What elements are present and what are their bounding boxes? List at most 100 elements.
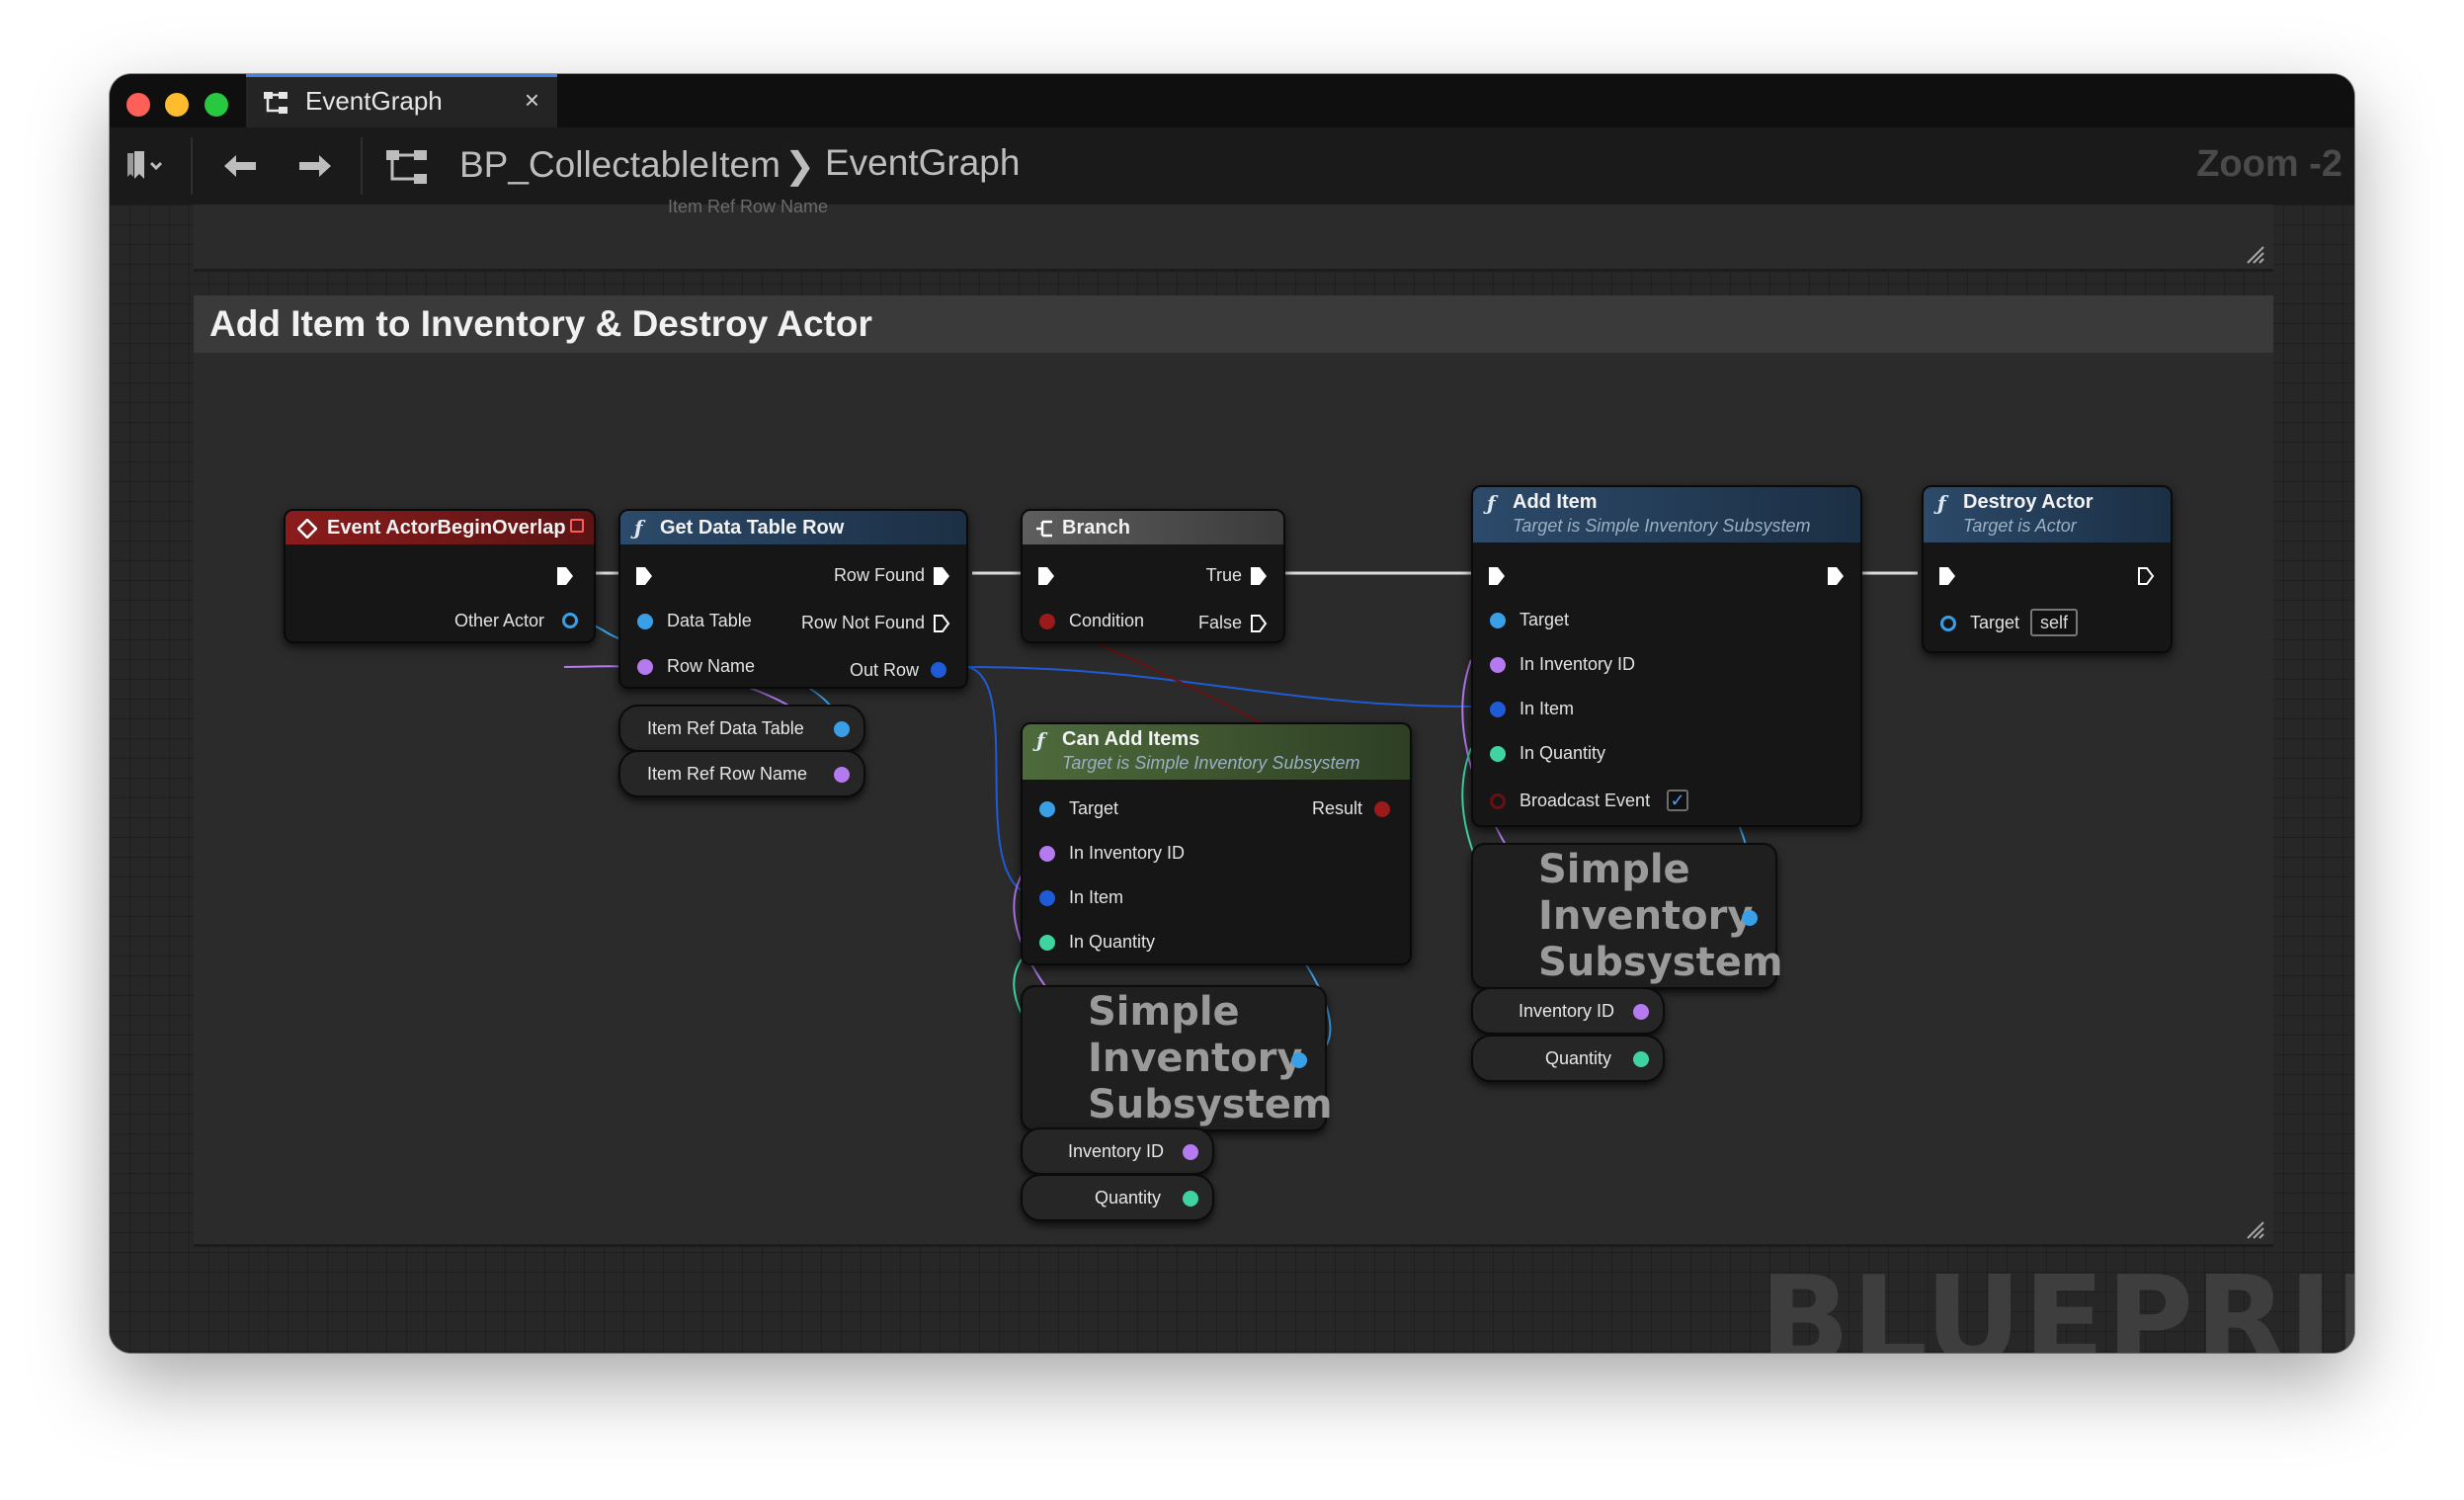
target-label: Target <box>1519 610 1570 629</box>
true-label: True <box>1205 565 1242 585</box>
inventory-id-variable[interactable]: Inventory ID <box>1021 1127 1214 1175</box>
toolbar: BP_CollectableItem ❯ EventGraph Zoom -2 <box>110 127 2354 205</box>
simple-inventory-subsystem-variable[interactable]: Simple Inventory Subsystem <box>1021 985 1333 1131</box>
destroy-actor-node[interactable]: ƒ Destroy Actor Target is Actor Target s… <box>1922 485 2173 653</box>
tab-eventgraph[interactable]: EventGraph × <box>246 74 557 127</box>
in-item-pin[interactable] <box>1039 890 1055 906</box>
tab-label: EventGraph <box>305 86 443 116</box>
function-icon: ƒ <box>634 516 643 540</box>
bookmark-icon[interactable] <box>125 149 165 183</box>
in-quantity-label: In Quantity <box>1069 932 1156 952</box>
result-pin[interactable] <box>1374 801 1390 817</box>
target-label: Target <box>1970 613 2020 632</box>
exec-out-pin[interactable] <box>933 614 950 633</box>
event-diamond-icon <box>297 519 317 539</box>
variable-out-pin[interactable] <box>1291 1052 1307 1068</box>
chevron-right-icon: ❯ <box>784 145 816 186</box>
node-header: ƒ Get Data Table Row <box>620 511 966 544</box>
data-table-label: Data Table <box>667 611 752 630</box>
in-quantity-pin[interactable] <box>1039 935 1055 951</box>
in-quantity-pin[interactable] <box>1490 746 1506 762</box>
breadcrumb-root[interactable]: BP_CollectableItem <box>459 144 780 186</box>
simple-inventory-subsystem-variable[interactable]: Simple Inventory Subsystem <box>1471 843 1783 989</box>
target-pin[interactable] <box>1940 616 1956 631</box>
breadcrumb-leaf[interactable]: EventGraph <box>825 142 1020 184</box>
in-inventory-id-pin[interactable] <box>1039 846 1055 862</box>
variable-out-pin[interactable] <box>1183 1191 1198 1207</box>
branch-node[interactable]: Branch True Condition False <box>1021 509 1285 643</box>
variable-label: Quantity <box>1095 1188 1162 1208</box>
row-name-pin[interactable] <box>637 659 653 675</box>
node-subtitle: Target is Simple Inventory Subsystem <box>1513 516 1811 536</box>
target-pin[interactable] <box>1490 613 1506 628</box>
exec-out-pin[interactable] <box>1827 566 1845 586</box>
variable-label: Inventory ID <box>1519 1001 1615 1021</box>
node-header: ƒ Can Add Items Target is Simple Invento… <box>1023 724 1410 780</box>
variable-label: Item Ref Data Table <box>647 718 804 738</box>
in-inventory-id-pin[interactable] <box>1490 657 1506 673</box>
inventory-id-variable[interactable]: Inventory ID <box>1471 987 1665 1035</box>
variable-out-pin[interactable] <box>834 767 850 783</box>
other-actor-pin[interactable] <box>562 613 578 628</box>
exec-in-pin[interactable] <box>635 566 653 586</box>
exec-out-pin[interactable] <box>1250 614 1268 633</box>
in-item-label: In Item <box>1069 887 1124 907</box>
node-header: Event ActorBeginOverlap <box>286 511 594 544</box>
exec-in-pin[interactable] <box>1938 566 1956 586</box>
graph-icon <box>264 92 287 114</box>
variable-out-pin[interactable] <box>1183 1144 1198 1160</box>
broadcast-event-checkbox[interactable]: ✓ <box>1667 790 1688 811</box>
editor-window: EventGraph × BP_CollectableItem ❯ EventG… <box>110 74 2354 1353</box>
other-actor-label: Other Actor <box>453 611 544 630</box>
get-data-table-row-node[interactable]: ƒ Get Data Table Row Row Found Data Tabl… <box>618 509 968 689</box>
add-item-node[interactable]: ƒ Add Item Target is Simple Inventory Su… <box>1471 485 1862 827</box>
minimize-window-button[interactable] <box>165 93 189 117</box>
exec-in-pin[interactable] <box>1488 566 1506 586</box>
row-name-label: Row Name <box>667 656 756 676</box>
data-table-pin[interactable] <box>637 614 653 629</box>
out-row-pin[interactable] <box>931 662 946 678</box>
function-icon: ƒ <box>1036 728 1045 752</box>
arrow-left-icon[interactable] <box>220 151 260 181</box>
exec-out-pin[interactable] <box>1250 566 1268 586</box>
exec-out-pin[interactable] <box>933 566 950 586</box>
in-inventory-id-label: In Inventory ID <box>1069 843 1186 863</box>
broadcast-event-pin[interactable] <box>1490 793 1506 809</box>
node-subtitle: Target is Actor <box>1963 516 2077 536</box>
arrow-right-icon[interactable] <box>295 151 335 181</box>
variable-out-pin[interactable] <box>1633 1004 1649 1020</box>
variable-out-pin[interactable] <box>834 721 850 737</box>
close-tab-icon[interactable]: × <box>525 85 539 116</box>
event-actor-begin-overlap-node[interactable]: Event ActorBeginOverlap Other Actor <box>284 509 596 643</box>
in-item-pin[interactable] <box>1490 702 1506 717</box>
exec-in-pin[interactable] <box>1037 566 1055 586</box>
variable-out-pin[interactable] <box>1633 1051 1649 1067</box>
target-pin[interactable] <box>1039 801 1055 817</box>
node-header: Branch <box>1023 511 1283 544</box>
row-not-found-label: Row Not Found <box>800 613 925 632</box>
close-window-button[interactable] <box>126 93 150 117</box>
in-inventory-id-label: In Inventory ID <box>1519 654 1636 674</box>
in-quantity-label: In Quantity <box>1519 743 1606 763</box>
graph-icon <box>386 150 427 184</box>
item-ref-data-table-variable[interactable]: Item Ref Data Table <box>618 705 865 752</box>
node-title: Get Data Table Row <box>660 517 845 539</box>
exec-out-pin[interactable] <box>2137 566 2155 586</box>
target-default-value[interactable]: self <box>2030 609 2079 636</box>
can-add-items-node[interactable]: ƒ Can Add Items Target is Simple Invento… <box>1021 722 1412 965</box>
node-title: Add Item <box>1513 491 1598 513</box>
maximize-window-button[interactable] <box>205 93 228 117</box>
item-ref-row-name-variable[interactable]: Item Ref Row Name <box>618 750 865 797</box>
exec-out-pin[interactable] <box>556 566 574 586</box>
variable-label: Inventory ID <box>1068 1141 1165 1161</box>
false-label: False <box>1197 613 1242 632</box>
condition-pin[interactable] <box>1039 614 1055 629</box>
quantity-variable[interactable]: Quantity <box>1021 1174 1214 1221</box>
graph-canvas[interactable]: Item Ref Row Name Add Item to Inventory … <box>110 197 2354 1353</box>
delegate-pin-icon[interactable] <box>570 519 584 533</box>
variable-out-pin[interactable] <box>1742 910 1758 926</box>
target-label: Target <box>1069 798 1119 818</box>
variable-label: Item Ref Row Name <box>647 764 808 784</box>
quantity-variable[interactable]: Quantity <box>1471 1035 1665 1082</box>
in-item-label: In Item <box>1519 699 1575 718</box>
